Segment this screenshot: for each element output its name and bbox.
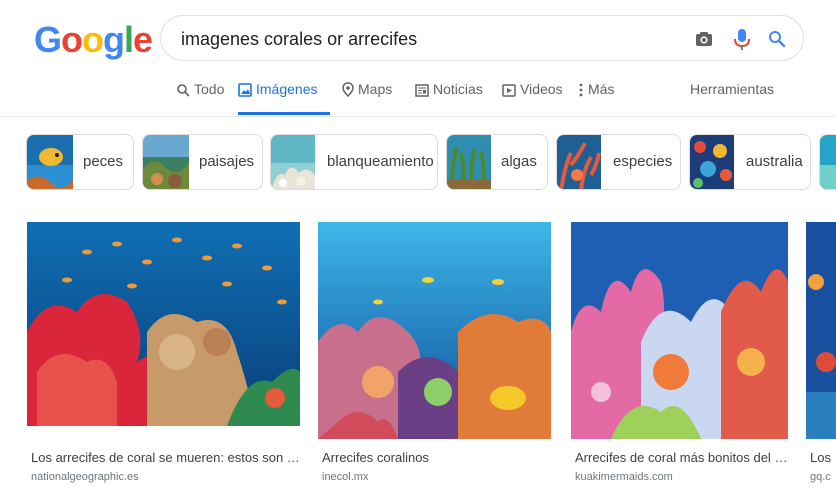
logo-letter: o <box>61 19 83 60</box>
result-image[interactable] <box>318 222 551 439</box>
chip-label: peces <box>83 153 124 170</box>
result-source: kuakimermaids.com <box>575 471 673 483</box>
chip-thumbnail <box>690 135 734 189</box>
search-tabs: Todo Imágenes Maps Noticias Videos Más H… <box>0 72 836 117</box>
tools-button[interactable]: Herramientas <box>690 72 774 106</box>
chip-algas[interactable]: algas <box>446 134 548 190</box>
tab-todo[interactable]: Todo <box>176 72 224 115</box>
chip-paisajes[interactable]: paisajes <box>142 134 263 190</box>
google-logo[interactable]: Google <box>34 19 153 60</box>
news-icon <box>415 84 429 97</box>
search-input[interactable]: imagenes corales or arrecifes <box>181 16 417 62</box>
microphone-icon[interactable] <box>731 28 753 50</box>
chip-label: algas <box>501 153 537 170</box>
logo-letter: o <box>82 19 104 60</box>
result-title[interactable]: Los <box>810 450 836 465</box>
logo-letter: G <box>34 19 62 60</box>
chip-thumbnail <box>820 135 836 189</box>
result-title[interactable]: Los arrecifes de coral se mueren: estos … <box>31 450 301 465</box>
chip-especies[interactable]: especies <box>556 134 681 190</box>
tab-label: Noticias <box>433 81 483 97</box>
chip-label: paisajes <box>199 153 255 170</box>
chip-partial[interactable] <box>819 134 836 190</box>
result-image[interactable] <box>806 222 836 439</box>
chip-thumbnail <box>447 135 491 189</box>
search-box[interactable]: imagenes corales or arrecifes <box>160 15 804 61</box>
map-pin-icon <box>342 82 354 98</box>
logo-letter: g <box>103 19 125 60</box>
chip-label: especies <box>613 153 673 170</box>
result-image[interactable] <box>27 222 300 426</box>
result-source: gq.c <box>810 471 831 483</box>
search-icon[interactable] <box>766 28 788 50</box>
result-source: nationalgeographic.es <box>31 471 139 483</box>
camera-icon[interactable] <box>693 28 715 50</box>
tab-maps[interactable]: Maps <box>342 72 392 115</box>
result-image[interactable] <box>571 222 788 439</box>
tab-noticias[interactable]: Noticias <box>415 72 483 115</box>
tab-videos[interactable]: Videos <box>502 72 563 115</box>
chip-thumbnail <box>143 135 189 189</box>
chip-thumbnail <box>271 135 315 189</box>
image-icon <box>238 83 252 97</box>
search-icon <box>177 84 190 97</box>
tab-imagenes[interactable]: Imágenes <box>238 72 330 115</box>
result-title[interactable]: Arrecifes coralinos <box>322 450 552 465</box>
chip-peces[interactable]: peces <box>26 134 134 190</box>
tab-mas[interactable]: Más <box>578 72 614 115</box>
chip-thumbnail <box>557 135 601 189</box>
tab-label: Más <box>588 81 615 97</box>
chip-label: blanqueamiento <box>327 153 434 170</box>
chip-australia[interactable]: australia <box>689 134 811 190</box>
tab-label: Todo <box>194 81 225 97</box>
logo-letter: e <box>133 19 153 60</box>
video-icon <box>502 84 516 97</box>
more-icon <box>579 83 583 97</box>
tab-label: Videos <box>520 81 563 97</box>
result-source: inecol.mx <box>322 471 369 483</box>
chip-label: australia <box>746 153 803 170</box>
tab-label: Imágenes <box>256 81 318 97</box>
tab-label: Maps <box>358 81 393 97</box>
logo-letter: l <box>124 19 134 60</box>
chip-thumbnail <box>27 135 73 189</box>
chip-blanqueamiento[interactable]: blanqueamiento <box>270 134 438 190</box>
result-title[interactable]: Arrecifes de coral más bonitos del plan.… <box>575 450 789 465</box>
